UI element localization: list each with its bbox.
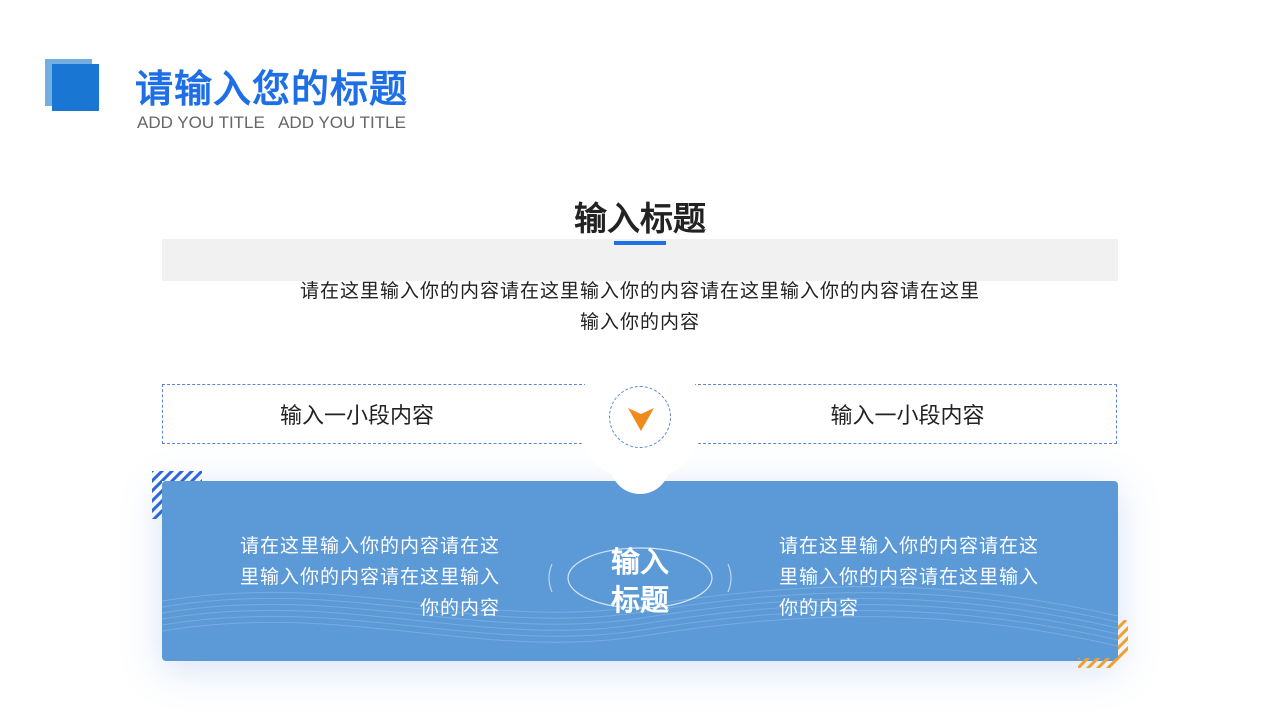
page-title: 请输入您的标题 — [135, 67, 409, 111]
pill-left: 输入一小段内容 — [162, 384, 592, 444]
chevron-down-icon — [628, 408, 654, 431]
panel-center-title-line1: 输入 — [610, 545, 669, 579]
panel-center-title: 输入 标题 — [590, 543, 690, 619]
title-underline — [614, 241, 666, 245]
pill-left-label: 输入一小段内容 — [279, 404, 434, 429]
intro-text: 请在这里输入你的内容请在这里输入你的内容请在这里输入你的内容请在这里输入你的内容 — [300, 280, 981, 333]
pill-right-label: 输入一小段内容 — [830, 404, 985, 429]
blue-stripe-decoration — [152, 471, 202, 519]
panel-right-text: 请在这里输入你的内容请在这里输入你的内容请在这里输入你的内容 — [779, 535, 1040, 619]
section-title: 输入标题 — [574, 199, 706, 238]
page-subtitle: ADD YOU TITLE ADD YOU TITLE — [137, 113, 406, 132]
title-square-icon — [45, 59, 101, 111]
pill-right: 输入一小段内容 — [688, 384, 1117, 444]
orange-stripe-decoration — [1078, 620, 1128, 668]
title-background-band — [162, 239, 1118, 281]
panel-left-text: 请在这里输入你的内容请在这里输入你的内容请在这里输入你的内容 — [239, 535, 500, 619]
panel-center-title-line2: 标题 — [610, 583, 669, 617]
